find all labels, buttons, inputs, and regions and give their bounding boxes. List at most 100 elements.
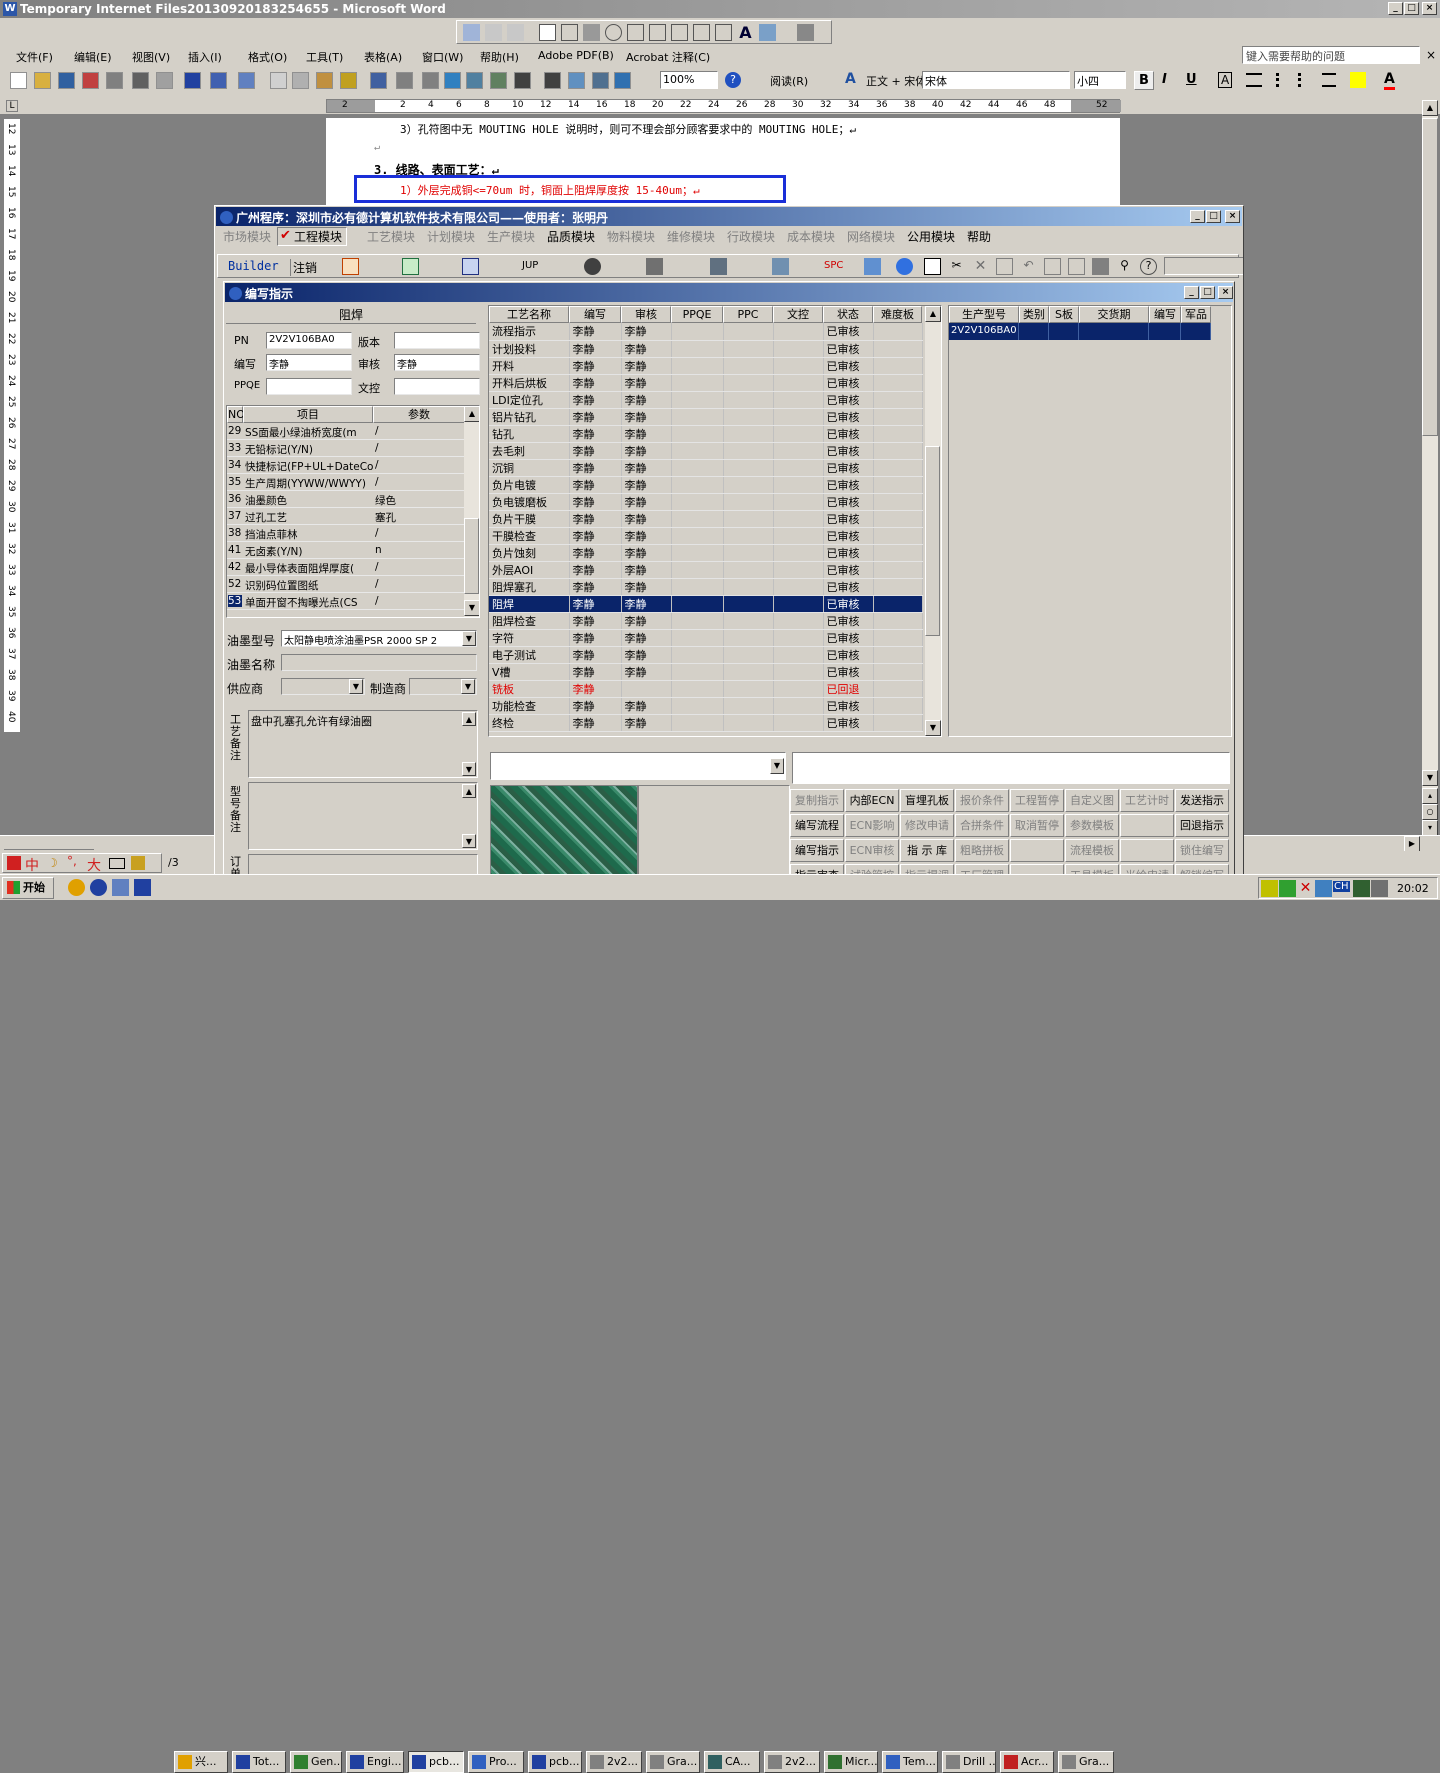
textbox-icon[interactable] xyxy=(561,24,578,41)
font-color-icon[interactable]: A xyxy=(1384,71,1395,90)
list-icon[interactable] xyxy=(627,24,644,41)
toolbar-icon[interactable] xyxy=(466,72,483,89)
app-minimize-button[interactable]: _ xyxy=(1190,210,1205,223)
scroll-icon[interactable] xyxy=(671,24,688,41)
quicklaunch-icon-4[interactable] xyxy=(134,879,151,896)
computer-icon[interactable] xyxy=(772,258,789,275)
quicklaunch-icon-1[interactable] xyxy=(68,879,85,896)
taskbar-item[interactable]: 兴... xyxy=(174,1751,228,1773)
process-row[interactable]: 电子测试 李静 李静 已审核 xyxy=(489,646,923,664)
toolbar-combo[interactable]: ▼ xyxy=(1164,257,1243,275)
toolbar-icon[interactable] xyxy=(238,72,255,89)
toolbar-icon[interactable] xyxy=(210,72,227,89)
app-menu-item[interactable]: 帮助 xyxy=(967,228,991,245)
process-header-6[interactable]: 状态 xyxy=(823,306,873,323)
param-row[interactable]: 41 无卤素(Y/N) n xyxy=(227,542,464,559)
process-scrollbar[interactable]: ▲ ▼ xyxy=(925,306,941,736)
question-icon[interactable]: ? xyxy=(1140,258,1157,275)
action-button[interactable]: 报价条件 xyxy=(955,789,1009,812)
production-header-2[interactable]: S板 xyxy=(1049,306,1079,323)
toolbar-icon[interactable] xyxy=(106,72,123,89)
toolbar-icon[interactable] xyxy=(370,72,387,89)
production-cell[interactable]: 2V2V106BA0 xyxy=(949,323,1019,340)
production-header-4[interactable]: 编写 xyxy=(1149,306,1181,323)
toolbar-icon[interactable] xyxy=(514,72,531,89)
process-header-7[interactable]: 难度板 xyxy=(873,306,922,323)
param-row[interactable]: 34 快捷标记(FP+UL+DateCo / xyxy=(227,457,464,474)
tray-icon-2[interactable] xyxy=(1279,880,1296,897)
toolbar-icon[interactable] xyxy=(10,72,27,89)
toolbar-icon[interactable] xyxy=(592,72,609,89)
param-row[interactable]: 33 无铅标记(Y/N) / xyxy=(227,440,464,457)
ink-model-select[interactable]: 太阳静电喷涂油墨PSR 2000 SP 2 xyxy=(281,630,477,647)
production-cell[interactable] xyxy=(1049,323,1079,340)
font-a-icon[interactable]: A xyxy=(737,24,754,41)
action-button[interactable]: 自定义图 xyxy=(1065,789,1119,812)
app-menu-item[interactable]: 成本模块 xyxy=(787,228,835,245)
dialog-close-button[interactable]: × xyxy=(1218,286,1233,299)
ime-bar[interactable]: 中 ☽ °, 大 xyxy=(2,853,162,874)
process-row[interactable]: 字符 李静 李静 已审核 xyxy=(489,629,923,647)
production-header-5[interactable]: 军品 xyxy=(1181,306,1211,323)
process-row[interactable]: LDI定位孔 李静 李静 已审核 xyxy=(489,391,923,409)
process-row[interactable]: 阻焊塞孔 李静 李静 已审核 xyxy=(489,578,923,596)
toolbar-icon[interactable] xyxy=(568,72,585,89)
taskbar-item[interactable]: Pro... xyxy=(468,1751,524,1773)
action-button[interactable]: 合拼条件 xyxy=(955,814,1009,837)
style-a-icon[interactable]: A xyxy=(845,71,856,87)
param-row[interactable]: 52 识别码位置图纸 / xyxy=(227,576,464,593)
radio-icon[interactable] xyxy=(605,24,622,41)
toolbar-icon[interactable] xyxy=(82,72,99,89)
spc-button[interactable]: SPC xyxy=(824,260,843,271)
process-row[interactable]: 阻焊 李静 李静 已审核 xyxy=(489,595,923,613)
action-button[interactable]: 工艺计时 xyxy=(1120,789,1174,812)
app-menu-item[interactable]: 行政模块 xyxy=(727,228,775,245)
word-menu-item[interactable]: 文件(F) xyxy=(16,49,53,65)
production-header-3[interactable]: 交货期 xyxy=(1079,306,1149,323)
taskbar-item[interactable]: Drill ... xyxy=(942,1751,996,1773)
process-row[interactable]: 负电镀磨板 李静 李静 已审核 xyxy=(489,493,923,511)
action-button[interactable]: 指 示 库 xyxy=(900,839,954,862)
process-row[interactable]: 钻孔 李静 李静 已审核 xyxy=(489,425,923,443)
size-select[interactable]: 小四 xyxy=(1074,71,1126,89)
highlight-icon[interactable] xyxy=(1350,72,1366,88)
edit-icon[interactable] xyxy=(507,24,524,41)
word-menu-item[interactable]: 窗口(W) xyxy=(422,49,463,65)
excel-icon[interactable] xyxy=(402,258,419,275)
toolbar-icon[interactable] xyxy=(316,72,333,89)
bullets-icon[interactable] xyxy=(1298,73,1312,87)
maximize-button[interactable]: □ xyxy=(1404,2,1419,15)
word-menu-item[interactable]: 插入(I) xyxy=(188,49,222,65)
toolbar-icon[interactable] xyxy=(58,72,75,89)
button-icon[interactable] xyxy=(583,24,600,41)
help-search-input[interactable]: 键入需要帮助的问题 xyxy=(1242,46,1420,64)
action-button[interactable]: 发送指示 xyxy=(1175,789,1229,812)
process-header-2[interactable]: 审核 xyxy=(621,306,671,323)
process-note-field[interactable]: 盘中孔塞孔允许有绿油圈 ▲ ▼ xyxy=(248,710,478,778)
production-header-0[interactable]: 生产型号 xyxy=(949,306,1019,323)
ppqe-field[interactable] xyxy=(266,378,352,395)
draw-icon[interactable] xyxy=(463,24,480,41)
app-menu-item[interactable]: 维修模块 xyxy=(667,228,715,245)
toolbar-icon[interactable] xyxy=(184,72,201,89)
ink-name-field[interactable] xyxy=(281,654,477,671)
action-button[interactable]: 编写流程 xyxy=(790,814,844,837)
action-button[interactable]: 编写指示 xyxy=(790,839,844,862)
delete-icon[interactable]: ✕ xyxy=(972,258,989,275)
indent-icon[interactable] xyxy=(1322,73,1336,87)
process-row[interactable]: 开料 李静 李静 已审核 xyxy=(489,357,923,375)
param-row[interactable]: 53 单面开窗不掏曝光点(CS / xyxy=(227,593,464,610)
degree-icon[interactable]: °, xyxy=(67,854,77,868)
process-row[interactable]: 沉铜 李静 李静 已审核 xyxy=(489,459,923,477)
action-button[interactable]: 取消暂停 xyxy=(1010,814,1064,837)
moon-icon[interactable]: ☽ xyxy=(47,856,58,870)
taskbar-item[interactable]: Micr... xyxy=(824,1751,878,1773)
taskbar-item[interactable]: Gra... xyxy=(646,1751,700,1773)
param-row[interactable]: 37 过孔工艺 塞孔 xyxy=(227,508,464,525)
jup-button[interactable]: JUP xyxy=(522,260,538,271)
model-note-field[interactable]: ▲ ▼ xyxy=(248,782,478,850)
word-menu-item[interactable]: 工具(T) xyxy=(306,49,343,65)
toolbar-icon[interactable] xyxy=(270,72,287,89)
taskbar-item[interactable]: Tem... xyxy=(882,1751,938,1773)
taskbar-item[interactable]: Engi... xyxy=(346,1751,404,1773)
